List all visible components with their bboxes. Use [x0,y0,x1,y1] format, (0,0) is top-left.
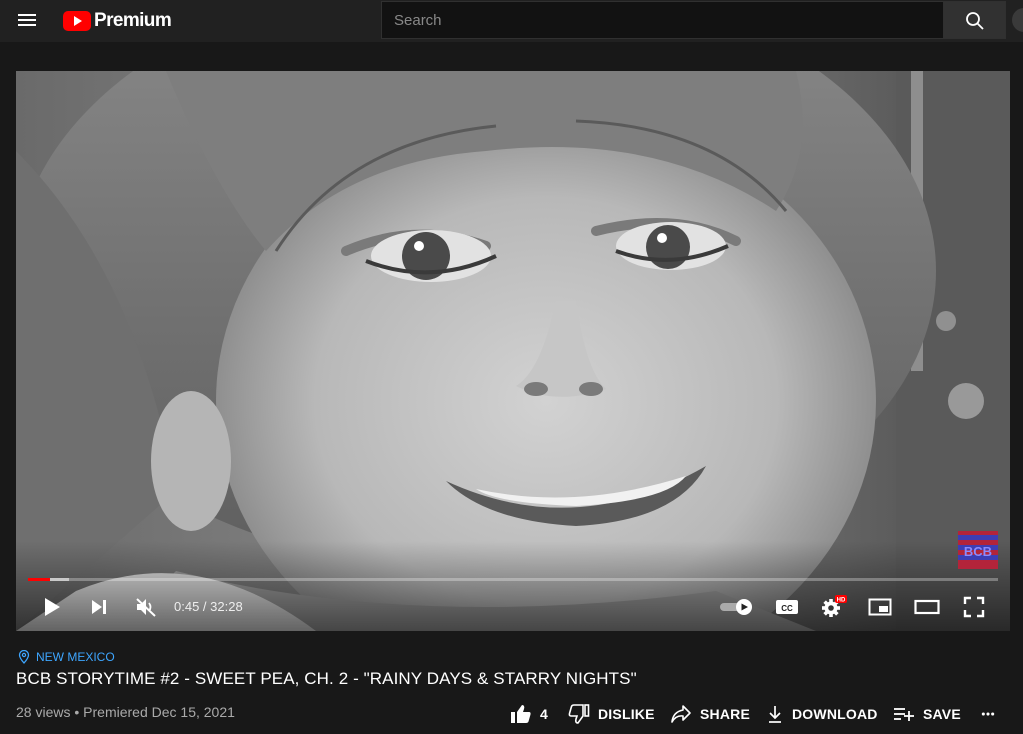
mute-button[interactable] [130,589,162,625]
location-text: NEW MEXICO [36,650,115,664]
download-label: DOWNLOAD [792,706,878,722]
location-pin-icon [18,650,30,664]
settings-button[interactable]: HD [817,589,849,625]
hd-badge: HD [837,598,846,604]
captions-button[interactable]: CC [771,589,803,625]
more-horizontal-icon [981,712,995,716]
logo-text: Premium [94,10,172,31]
search-icon [966,12,984,30]
gear-icon: HD [822,595,847,617]
add-to-playlist-icon [894,708,914,721]
share-label: SHARE [700,706,751,722]
progress-bar[interactable] [28,578,998,581]
watermark-text: BCB [964,544,992,559]
svg-text:CC: CC [781,604,793,613]
skip-next-icon [92,600,106,614]
video-title: BCB STORYTIME #2 - SWEET PEA, CH. 2 - "R… [16,669,637,688]
theater-mode-button[interactable] [911,589,943,625]
save-label: SAVE [923,706,961,722]
more-actions-button[interactable] [981,700,1003,728]
download-icon [769,706,781,723]
download-button[interactable]: DOWNLOAD [766,700,878,728]
dislike-button[interactable]: DISLIKE [568,700,655,728]
avatar[interactable] [1012,8,1023,32]
share-icon [671,705,691,723]
thumbs-up-icon [511,705,531,723]
location-link[interactable]: NEW MEXICO [18,650,115,664]
current-time: 0:45 [174,599,200,614]
miniplayer-button[interactable] [864,589,896,625]
search-button[interactable] [943,1,1006,39]
time-separator: / [199,599,211,614]
share-button[interactable]: SHARE [670,700,750,728]
like-button[interactable]: 4 [510,700,548,728]
autoplay-icon [720,599,752,615]
duration: 32:28 [210,599,243,614]
action-bar: 4 DISLIKE SHARE DOWNLOAD SAVE [0,700,1023,728]
menu-icon[interactable] [17,11,39,29]
play-button[interactable] [36,589,68,625]
progress-played [28,578,50,581]
masthead: Premium [0,0,1023,42]
thumbs-down-icon [568,704,590,724]
video-player[interactable]: BCB 0:45 / 32:28 CC HD [16,71,1010,631]
dislike-label: DISLIKE [598,706,655,722]
search-input[interactable] [382,2,943,38]
miniplayer-icon [868,598,892,616]
youtube-logo-icon [63,11,91,31]
fullscreen-button[interactable] [958,589,990,625]
time-display: 0:45 / 32:28 [174,599,243,614]
save-button[interactable]: SAVE [893,700,961,728]
volume-muted-icon [136,598,156,617]
search-box [381,1,944,39]
channel-watermark[interactable]: BCB [958,531,998,569]
player-controls: 0:45 / 32:28 CC HD [16,589,1010,625]
closed-captions-icon: CC [776,600,798,614]
play-icon [45,598,60,616]
like-count: 4 [540,706,548,722]
fullscreen-icon [963,596,985,618]
theater-mode-icon [914,599,940,615]
next-button[interactable] [83,589,115,625]
autoplay-toggle[interactable] [716,589,756,625]
youtube-premium-logo[interactable]: Premium [63,10,172,32]
